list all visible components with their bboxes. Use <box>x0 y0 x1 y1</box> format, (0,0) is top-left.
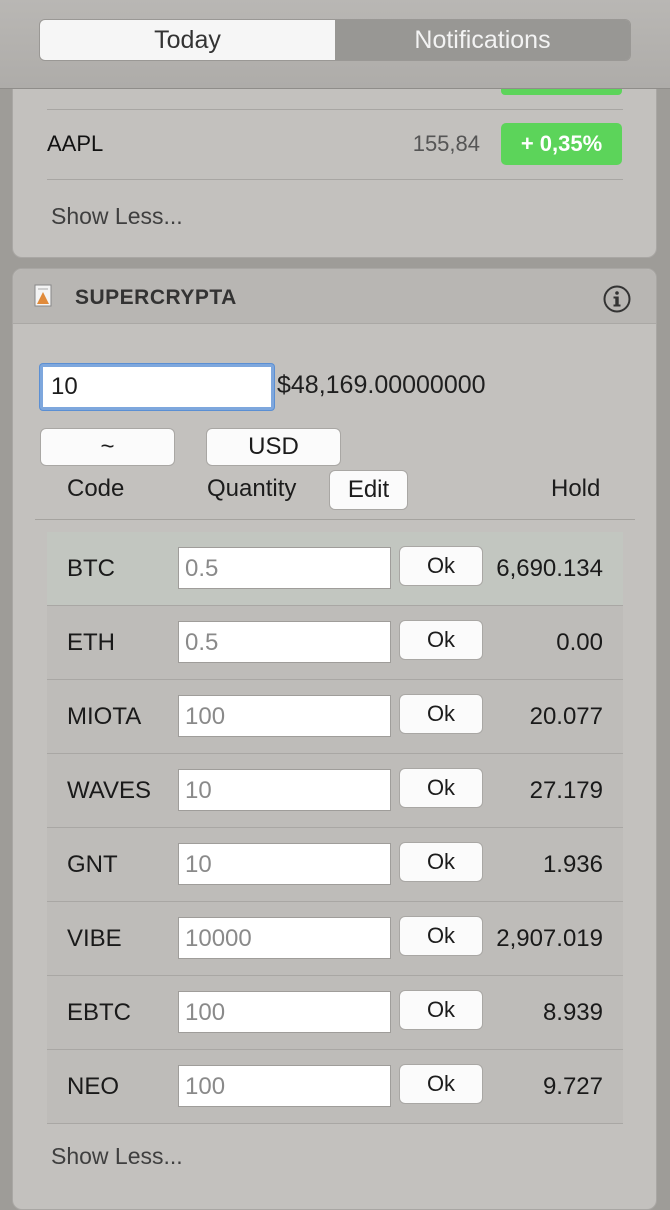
stock-change-badge[interactable]: + 0,35% <box>501 123 622 165</box>
widget-title: SUPERCRYPTA <box>75 286 237 309</box>
quantity-input[interactable]: 100 <box>178 991 391 1033</box>
quantity-input[interactable]: 100 <box>178 695 391 737</box>
tab-today[interactable]: Today <box>40 20 335 60</box>
table-row: MIOTA 100 Ok 20.077 <box>47 680 623 754</box>
row-hold-value: 0.00 <box>556 629 603 656</box>
row-code: VIBE <box>67 925 122 952</box>
stock-price: 155,84 <box>412 131 480 156</box>
ok-button[interactable]: Ok <box>399 546 483 586</box>
divider <box>47 179 623 180</box>
row-code: MIOTA <box>67 703 142 730</box>
code-sort-button[interactable]: ~ <box>40 428 175 466</box>
ok-button[interactable]: Ok <box>399 990 483 1030</box>
row-hold-value: 1.936 <box>542 851 603 878</box>
column-header-code: Code <box>67 475 125 502</box>
row-hold-value: 27.179 <box>529 777 603 804</box>
app-icon <box>34 284 52 307</box>
currency-button[interactable]: USD <box>206 428 341 466</box>
column-header-quantity: Quantity <box>207 475 297 502</box>
table-row: BTC 0.5 Ok 6,690.134 <box>47 532 623 606</box>
tab-notifications[interactable]: Notifications <box>335 20 630 60</box>
quantity-input[interactable]: 100 <box>178 1065 391 1107</box>
ok-button[interactable]: Ok <box>399 1064 483 1104</box>
row-hold-value: 20.077 <box>529 703 603 730</box>
quantity-input[interactable]: 0.5 <box>178 621 391 663</box>
row-code: ETH <box>67 629 115 656</box>
column-header-hold: Hold <box>551 475 601 502</box>
row-hold-value: 6,690.134 <box>496 555 603 582</box>
quantity-input[interactable]: 0.5 <box>178 547 391 589</box>
info-icon[interactable] <box>603 285 631 313</box>
amount-input[interactable]: 10 <box>40 364 274 410</box>
crypto-show-less-link[interactable]: Show Less... <box>51 1143 183 1170</box>
quantity-input[interactable]: 10 <box>178 769 391 811</box>
table-row: EBTC 100 Ok 8.939 <box>47 976 623 1050</box>
ok-button[interactable]: Ok <box>399 842 483 882</box>
row-code: EBTC <box>67 999 132 1026</box>
stocks-show-less-link[interactable]: Show Less... <box>51 203 183 230</box>
notification-center-header: Today Notifications <box>0 0 670 89</box>
row-hold-value: 9.727 <box>542 1073 603 1100</box>
ok-button[interactable]: Ok <box>399 620 483 660</box>
ok-button[interactable]: Ok <box>399 916 483 956</box>
divider <box>47 109 623 110</box>
stock-symbol: AAPL <box>47 131 104 156</box>
row-code: NEO <box>67 1073 120 1100</box>
divider <box>35 519 635 520</box>
table-row: ETH 0.5 Ok 0.00 <box>47 606 623 680</box>
total-value: $48,169.00000000 <box>277 371 486 399</box>
table-row: NEO 100 Ok 9.727 <box>47 1050 623 1124</box>
table-row: WAVES 10 Ok 27.179 <box>47 754 623 828</box>
row-code: BTC <box>67 555 115 582</box>
row-hold-value: 2,907.019 <box>496 925 603 952</box>
table-row: GNT 10 Ok 1.936 <box>47 828 623 902</box>
supercrypta-widget: SUPERCRYPTA 10 $48,169.00000000 ~ USD Co… <box>12 268 657 1210</box>
row-code: WAVES <box>67 777 152 804</box>
ok-button[interactable]: Ok <box>399 768 483 808</box>
view-segmented-control: Today Notifications <box>39 19 631 61</box>
widget-header: SUPERCRYPTA <box>13 269 656 324</box>
quantity-input[interactable]: 10 <box>178 843 391 885</box>
table-row: VIBE 10000 Ok 2,907.019 <box>47 902 623 976</box>
edit-button[interactable]: Edit <box>329 470 408 510</box>
row-code: GNT <box>67 851 118 878</box>
ok-button[interactable]: Ok <box>399 694 483 734</box>
quantity-input[interactable]: 10000 <box>178 917 391 959</box>
row-hold-value: 8.939 <box>542 999 603 1026</box>
